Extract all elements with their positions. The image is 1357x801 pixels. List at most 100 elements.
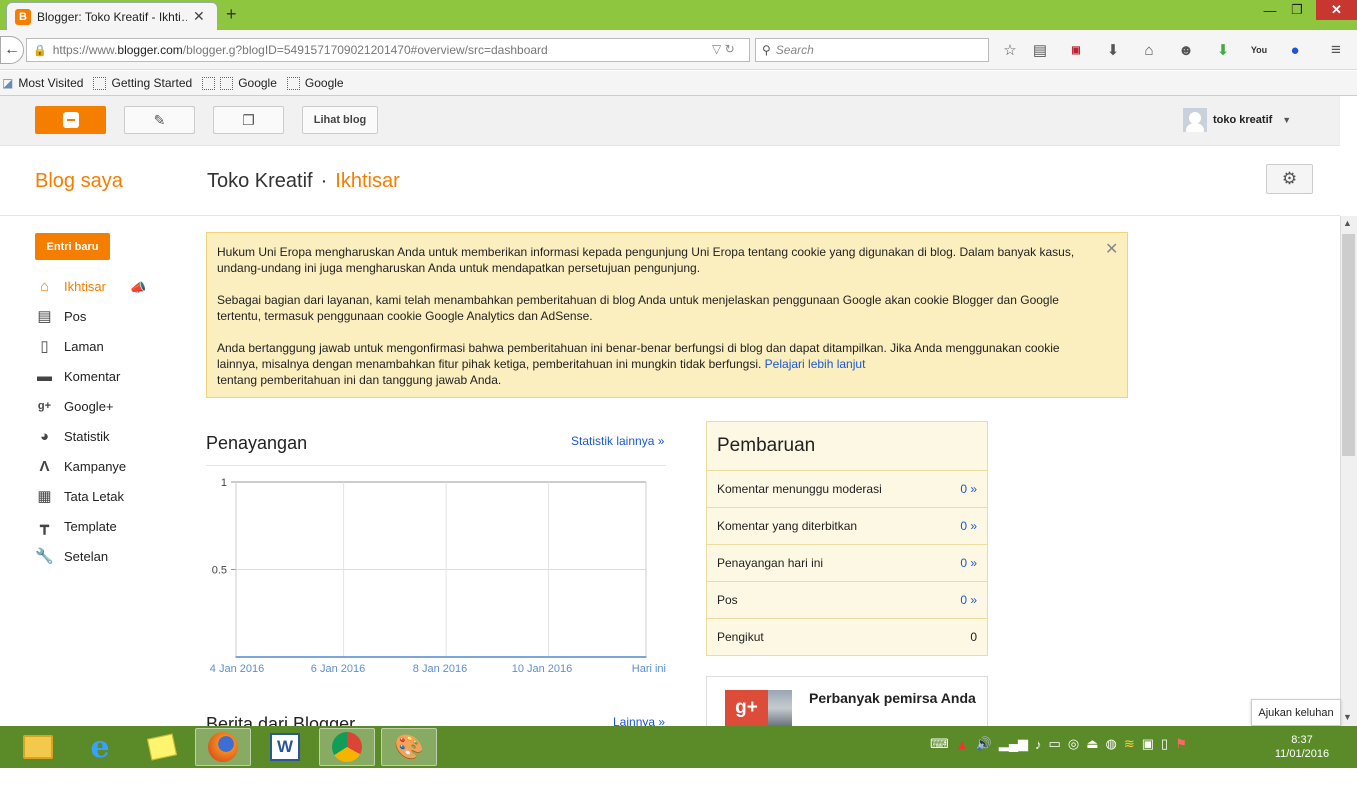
more-stats-link[interactable]: Statistik lainnya » bbox=[571, 434, 664, 448]
page-icon bbox=[286, 76, 300, 90]
device-icon[interactable]: ▯ bbox=[1161, 736, 1168, 752]
firefox-icon bbox=[208, 732, 238, 762]
blog-name[interactable]: Toko Kreatif bbox=[207, 170, 313, 192]
bookmark-most-visited[interactable]: ◪ Most Visited bbox=[2, 76, 83, 90]
template-icon: ┳ bbox=[39, 518, 50, 535]
new-post-button[interactable]: Entri baru bbox=[35, 233, 110, 260]
user-menu[interactable]: toko kreatif ▼ bbox=[1183, 108, 1291, 132]
update-value-link[interactable]: 0 » bbox=[960, 556, 977, 570]
downloads-icon[interactable]: ⬇ bbox=[1102, 40, 1124, 60]
tab-title: Blogger: Toko Kreatif - Ikhti… bbox=[37, 9, 187, 24]
download-helper-icon[interactable]: ⬇ bbox=[1212, 40, 1234, 60]
blogger-favicon-icon: B bbox=[15, 8, 31, 25]
feedback-button[interactable]: Ajukan keluhan bbox=[1251, 699, 1341, 726]
bookmarks-bar: ◪ Most Visited Getting Started Google Goo… bbox=[0, 71, 1357, 96]
browser-tab[interactable]: B Blogger: Toko Kreatif - Ikhti… ✕ bbox=[6, 2, 218, 30]
cookie-notice: Hukum Uni Eropa mengharuskan Anda untuk … bbox=[206, 232, 1128, 398]
close-notice-icon[interactable]: ✕ bbox=[1105, 239, 1118, 259]
chart-data-point bbox=[440, 656, 442, 658]
youtube-icon[interactable]: You bbox=[1248, 40, 1270, 60]
sidebar-item-settings[interactable]: 🔧 Setelan bbox=[35, 546, 108, 566]
campaign-icon: Λ bbox=[39, 457, 50, 475]
paint-taskbar-button[interactable]: 🎨 bbox=[381, 728, 437, 766]
update-value-link[interactable]: 0 » bbox=[960, 482, 977, 496]
update-row-posts: Pos 0 » bbox=[707, 581, 987, 618]
posts-list-button[interactable]: ❐ bbox=[213, 106, 284, 134]
search-input[interactable]: ⚲ Search bbox=[755, 38, 989, 62]
view-blog-button[interactable]: Lihat blog bbox=[302, 106, 378, 134]
sync-icon[interactable]: ● bbox=[1284, 40, 1306, 60]
scroll-down-arrow-icon[interactable]: ▼ bbox=[1343, 712, 1352, 722]
minimize-button[interactable]: — bbox=[1255, 0, 1285, 20]
my-blogs-link[interactable]: Blog saya bbox=[35, 170, 123, 193]
new-tab-button[interactable]: + bbox=[226, 4, 237, 25]
chart-x-tick-label: 10 Jan 2016 bbox=[512, 663, 573, 675]
sidebar-item-campaigns[interactable]: Λ Kampanye bbox=[35, 456, 126, 476]
sidebar-item-template[interactable]: ┳ Template bbox=[35, 516, 117, 536]
learn-more-link[interactable]: Pelajari lebih lanjut bbox=[765, 357, 866, 371]
display-icon[interactable]: ▣ bbox=[1142, 736, 1154, 752]
scroll-up-arrow-icon[interactable]: ▲ bbox=[1343, 218, 1352, 228]
scrollbar-thumb[interactable] bbox=[1342, 234, 1355, 456]
chart-x-tick-label: 8 Jan 2016 bbox=[413, 663, 467, 675]
lock-icon: 🔒 bbox=[33, 44, 47, 57]
sidebar-item-pages[interactable]: ▯ Laman bbox=[35, 336, 103, 356]
posts-icon: ❐ bbox=[242, 111, 255, 128]
url-bar[interactable]: 🔒 https://www.blogger.com/blogger.g?blog… bbox=[26, 38, 750, 62]
speaker-icon[interactable]: ♪ bbox=[1035, 737, 1042, 752]
chart-data-point bbox=[542, 656, 545, 658]
bookmark-star-icon[interactable]: ☆ bbox=[999, 40, 1021, 60]
pie-chart-icon: ◕ bbox=[39, 427, 50, 445]
flash-icon[interactable]: ▲ bbox=[956, 737, 969, 752]
home-browser-icon[interactable]: ⌂ bbox=[1138, 40, 1160, 60]
keyboard-icon[interactable]: ⌨ bbox=[930, 736, 949, 752]
update-value-link[interactable]: 0 » bbox=[960, 593, 977, 607]
sidebar-item-google-plus[interactable]: g+ Google+ bbox=[35, 396, 114, 416]
avatar bbox=[1183, 108, 1207, 132]
globe-icon[interactable]: ◍ bbox=[1105, 736, 1116, 752]
sidebar-item-overview[interactable]: ⌂ Ikhtisar bbox=[35, 276, 106, 296]
new-post-pencil-button[interactable]: ✎ bbox=[124, 106, 195, 134]
bookmark-google-2[interactable]: Google bbox=[286, 76, 344, 90]
close-window-button[interactable]: ✕ bbox=[1316, 0, 1357, 20]
bookmark-getting-started[interactable]: Getting Started bbox=[93, 76, 192, 90]
url-dropdown-reload-icon[interactable]: ▽ ↻ bbox=[712, 42, 735, 56]
chart-x-tick-label: 6 Jan 2016 bbox=[311, 663, 365, 675]
folder-icon: ◪ bbox=[2, 76, 14, 90]
firefox-taskbar-button[interactable] bbox=[195, 728, 251, 766]
sidebar-item-stats[interactable]: ◕ Statistik bbox=[35, 426, 110, 446]
sticky-notes-taskbar-button[interactable] bbox=[134, 728, 190, 766]
restore-button[interactable]: ❐ bbox=[1282, 0, 1312, 20]
chevron-down-icon: ▼ bbox=[1282, 115, 1292, 125]
internet-explorer-taskbar-button[interactable]: e bbox=[72, 728, 128, 766]
system-clock[interactable]: 8:37 11/01/2016 bbox=[1272, 733, 1332, 761]
usb-icon[interactable]: ⏏ bbox=[1086, 736, 1098, 752]
sidebar-item-posts[interactable]: ▤ Pos bbox=[35, 306, 86, 326]
update-value-link[interactable]: 0 » bbox=[960, 519, 977, 533]
file-explorer-taskbar-button[interactable] bbox=[10, 728, 66, 766]
reading-list-icon[interactable]: ▤ bbox=[1029, 40, 1051, 60]
chat-icon[interactable]: ☻ bbox=[1175, 40, 1197, 60]
sidebar-item-layout[interactable]: ▦ Tata Letak bbox=[35, 486, 124, 506]
user-name: toko kreatif bbox=[1213, 114, 1273, 126]
settings-button[interactable]: ⚙ bbox=[1266, 164, 1313, 194]
word-taskbar-button[interactable]: W bbox=[257, 728, 313, 766]
menu-icon[interactable]: ≡ bbox=[1325, 40, 1347, 60]
word-icon: W bbox=[270, 733, 300, 761]
url-text: https://www.blogger.com/blogger.g?blogID… bbox=[52, 43, 548, 57]
clock-date: 11/01/2016 bbox=[1274, 748, 1330, 760]
network-icon[interactable]: ◎ bbox=[1068, 736, 1079, 752]
action-center-icon[interactable]: ⚑ bbox=[1175, 736, 1187, 752]
volume-icon[interactable]: 🔊 bbox=[976, 736, 992, 752]
bookmark-google-1[interactable]: Google bbox=[202, 76, 277, 90]
youtube-addon-icon[interactable]: ▣ bbox=[1065, 40, 1087, 60]
tab-close-icon[interactable]: ✕ bbox=[193, 8, 205, 25]
update-icon[interactable]: ≋ bbox=[1124, 736, 1135, 752]
battery-icon[interactable]: ▭ bbox=[1049, 736, 1061, 752]
chrome-taskbar-button[interactable] bbox=[319, 728, 375, 766]
chart-data-point bbox=[337, 656, 340, 658]
sidebar-item-comments[interactable]: ▬ Komentar bbox=[35, 366, 120, 386]
search-icon: ⚲ bbox=[762, 43, 771, 57]
signal-icon[interactable]: ▂▄▆ bbox=[999, 736, 1028, 752]
blogger-logo-button[interactable] bbox=[35, 106, 106, 134]
